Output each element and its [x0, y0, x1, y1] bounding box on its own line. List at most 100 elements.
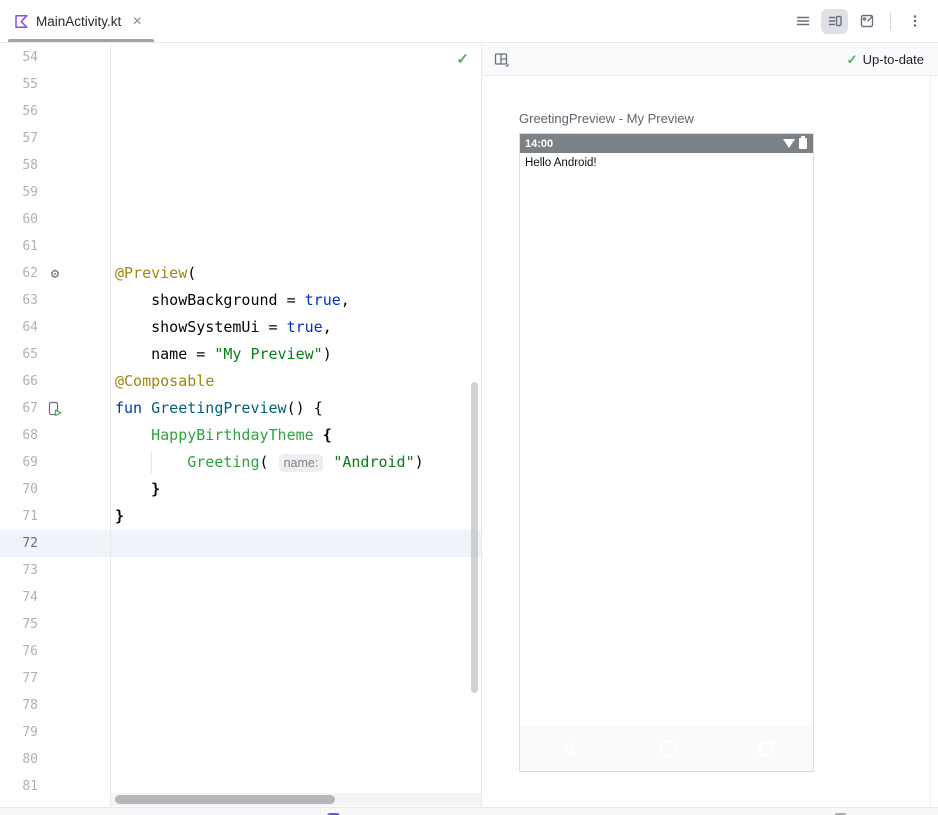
editor-line-72[interactable]: 72: [0, 530, 481, 557]
code-text[interactable]: @Preview(: [110, 260, 481, 287]
code-view-button[interactable]: [789, 9, 816, 34]
editor-line-54[interactable]: 54: [0, 44, 481, 71]
code-text[interactable]: [110, 206, 481, 233]
code-text[interactable]: [110, 692, 481, 719]
editor-line-57[interactable]: 57: [0, 125, 481, 152]
editor-split: 545556575859606162⚙@Preview(63 showBackg…: [0, 44, 938, 807]
code-text[interactable]: [110, 233, 481, 260]
code-segment: }: [115, 507, 124, 525]
tab-mainactivity[interactable]: MainActivity.kt ✕: [8, 0, 154, 42]
editor-line-75[interactable]: 75: [0, 611, 481, 638]
editor-line-55[interactable]: 55: [0, 71, 481, 98]
editor-line-64[interactable]: 64 showSystemUi = true,: [0, 314, 481, 341]
preview-device-frame[interactable]: 14:00 Hello Android!: [519, 133, 814, 772]
gutter: 74: [0, 584, 110, 611]
code-text[interactable]: [110, 179, 481, 206]
editor-line-71[interactable]: 71}: [0, 503, 481, 530]
gutter: 69: [0, 449, 110, 476]
editor-line-58[interactable]: 58: [0, 152, 481, 179]
editor-line-62[interactable]: 62⚙@Preview(: [0, 260, 481, 287]
code-text[interactable]: Greeting( name: "Android"): [110, 449, 481, 476]
gutter: 68: [0, 422, 110, 449]
line-number: 71: [0, 503, 38, 530]
code-editor[interactable]: 545556575859606162⚙@Preview(63 showBackg…: [0, 44, 482, 807]
gutter: 64: [0, 314, 110, 341]
indent-guide: [151, 451, 152, 474]
line-number: 64: [0, 314, 38, 341]
code-text[interactable]: [110, 719, 481, 746]
preview-status[interactable]: ✓ Up-to-date: [847, 52, 924, 68]
editor-line-80[interactable]: 80: [0, 746, 481, 773]
code-text[interactable]: [110, 530, 481, 557]
editor-line-73[interactable]: 73: [0, 557, 481, 584]
editor-vertical-scrollbar[interactable]: [471, 382, 478, 693]
code-text[interactable]: showBackground = true,: [110, 287, 481, 314]
code-text[interactable]: [110, 152, 481, 179]
code-text[interactable]: [110, 746, 481, 773]
editor-line-79[interactable]: 79: [0, 719, 481, 746]
code-text[interactable]: }: [110, 503, 481, 530]
gutter-icon-slot: [44, 422, 66, 449]
code-text[interactable]: showSystemUi = true,: [110, 314, 481, 341]
code-text[interactable]: [110, 71, 481, 98]
code-text[interactable]: [110, 98, 481, 125]
editor-line-59[interactable]: 59: [0, 179, 481, 206]
editor-line-78[interactable]: 78: [0, 692, 481, 719]
code-text[interactable]: [110, 638, 481, 665]
line-number: 67: [0, 395, 38, 422]
gutter-icon-slot: [44, 773, 66, 800]
code-text[interactable]: [110, 44, 481, 71]
gutter-icon-slot: [44, 125, 66, 152]
preview-settings-gear-icon[interactable]: ⚙: [44, 260, 66, 287]
editor-line-65[interactable]: 65 name = "My Preview"): [0, 341, 481, 368]
line-number: 60: [0, 206, 38, 233]
editor-line-63[interactable]: 63 showBackground = true,: [0, 287, 481, 314]
gutter: 65: [0, 341, 110, 368]
design-view-button[interactable]: [853, 9, 880, 34]
gutter-icon-slot: [44, 665, 66, 692]
editor-line-69[interactable]: 69 Greeting( name: "Android"): [0, 449, 481, 476]
editor-line-76[interactable]: 76: [0, 638, 481, 665]
line-number: 77: [0, 665, 38, 692]
code-text[interactable]: [110, 611, 481, 638]
editor-horizontal-scrollbar[interactable]: [111, 793, 481, 806]
code-text[interactable]: HappyBirthdayTheme {: [110, 422, 481, 449]
preview-scrollbar-track[interactable]: [930, 77, 931, 807]
layout-options-icon[interactable]: [493, 51, 511, 69]
code-text[interactable]: fun GreetingPreview() {: [110, 395, 481, 422]
code-text[interactable]: @Composable: [110, 368, 481, 395]
code-text[interactable]: [110, 665, 481, 692]
line-number: 66: [0, 368, 38, 395]
editor-line-74[interactable]: 74: [0, 584, 481, 611]
split-view-button[interactable]: [821, 9, 848, 34]
gutter-icon-slot: [44, 179, 66, 206]
run-preview-icon[interactable]: [44, 395, 66, 422]
code-text[interactable]: [110, 557, 481, 584]
editor-tab-bar: MainActivity.kt ✕: [0, 0, 938, 43]
editor-line-77[interactable]: 77: [0, 665, 481, 692]
editor-line-68[interactable]: 68 HappyBirthdayTheme {: [0, 422, 481, 449]
code-segment: HappyBirthdayTheme: [151, 426, 314, 444]
code-segment: (: [187, 264, 196, 282]
device-status-bar: 14:00: [520, 134, 813, 153]
editor-line-67[interactable]: 67 fun GreetingPreview() {: [0, 395, 481, 422]
line-number: 80: [0, 746, 38, 773]
inspections-passed-icon[interactable]: ✓: [456, 50, 469, 68]
editor-line-61[interactable]: 61: [0, 233, 481, 260]
code-text[interactable]: name = "My Preview"): [110, 341, 481, 368]
line-number: 58: [0, 152, 38, 179]
code-segment: ): [415, 453, 424, 471]
line-number: 81: [0, 773, 38, 800]
code-text[interactable]: }: [110, 476, 481, 503]
close-icon[interactable]: ✕: [132, 14, 142, 28]
editor-line-66[interactable]: 66 @Composable: [0, 368, 481, 395]
horizontal-scrollbar-thumb[interactable]: [115, 795, 335, 804]
more-options-button[interactable]: [901, 9, 928, 34]
editor-line-70[interactable]: 70 }: [0, 476, 481, 503]
gutter: 62⚙: [0, 260, 110, 287]
gutter: 71: [0, 503, 110, 530]
code-text[interactable]: [110, 584, 481, 611]
editor-line-56[interactable]: 56: [0, 98, 481, 125]
editor-line-60[interactable]: 60: [0, 206, 481, 233]
code-text[interactable]: [110, 125, 481, 152]
